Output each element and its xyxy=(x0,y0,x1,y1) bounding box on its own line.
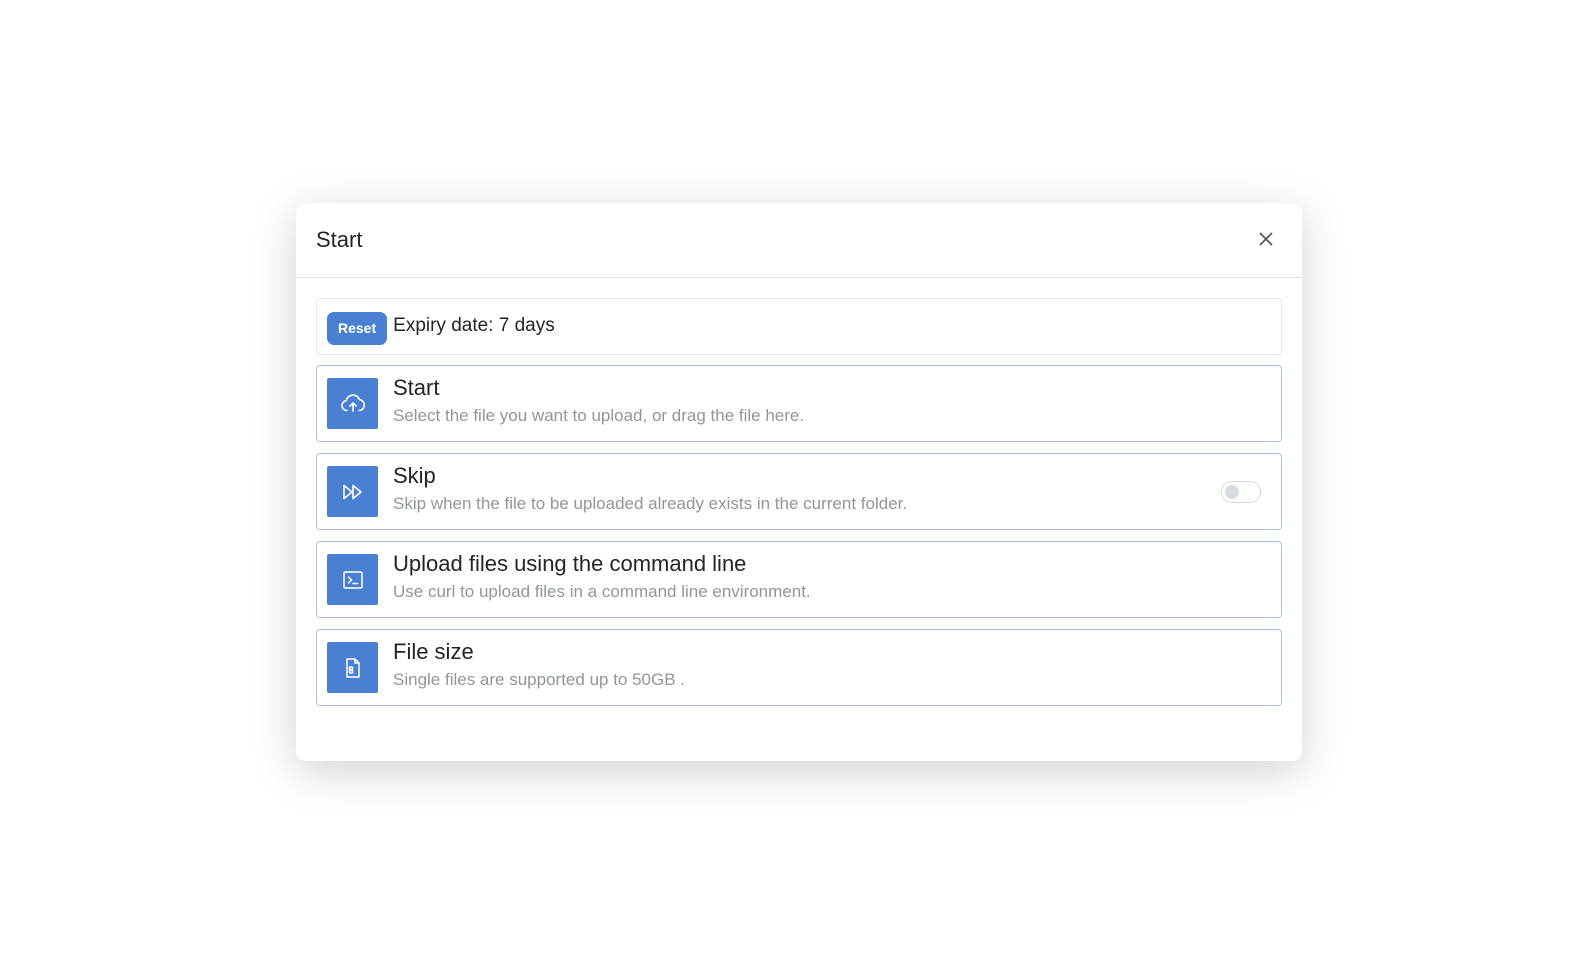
skip-toggle[interactable] xyxy=(1221,481,1261,503)
card-description: Use curl to upload files in a command li… xyxy=(393,581,811,601)
upload-modal: Start Reset Expiry date: 7 days Start Se… xyxy=(296,203,1302,761)
close-icon xyxy=(1259,232,1273,246)
expiry-row: Reset Expiry date: 7 days xyxy=(316,298,1282,355)
card-text: Skip Skip when the file to be uploaded a… xyxy=(393,463,908,516)
command-line-card[interactable]: Upload files using the command line Use … xyxy=(316,541,1282,618)
card-title: Skip xyxy=(393,462,436,488)
file-icon xyxy=(327,642,378,693)
reset-button[interactable]: Reset xyxy=(327,311,388,345)
modal-body: Reset Expiry date: 7 days Start Select t… xyxy=(296,278,1302,706)
expiry-text: Expiry date: 7 days xyxy=(393,314,555,336)
modal-title: Start xyxy=(316,227,363,252)
card-text: File size Single files are supported up … xyxy=(393,639,686,692)
card-description: Single files are supported up to 50GB . xyxy=(393,669,686,689)
file-size-card[interactable]: File size Single files are supported up … xyxy=(316,629,1282,706)
card-title: File size xyxy=(393,638,474,664)
fast-forward-icon xyxy=(327,466,378,517)
card-title: Start xyxy=(393,374,440,400)
card-description: Skip when the file to be uploaded alread… xyxy=(393,493,908,513)
card-description: Select the file you want to upload, or d… xyxy=(393,405,805,425)
card-text: Start Select the file you want to upload… xyxy=(393,375,805,428)
cloud-upload-icon xyxy=(327,378,378,429)
terminal-icon xyxy=(327,554,378,605)
toggle-knob xyxy=(1225,485,1239,499)
skip-card[interactable]: Skip Skip when the file to be uploaded a… xyxy=(316,453,1282,530)
modal-header: Start xyxy=(296,203,1302,278)
upload-start-card[interactable]: Start Select the file you want to upload… xyxy=(316,365,1282,442)
card-title: Upload files using the command line xyxy=(393,550,747,576)
card-text: Upload files using the command line Use … xyxy=(393,551,811,604)
close-button[interactable] xyxy=(1254,227,1278,251)
